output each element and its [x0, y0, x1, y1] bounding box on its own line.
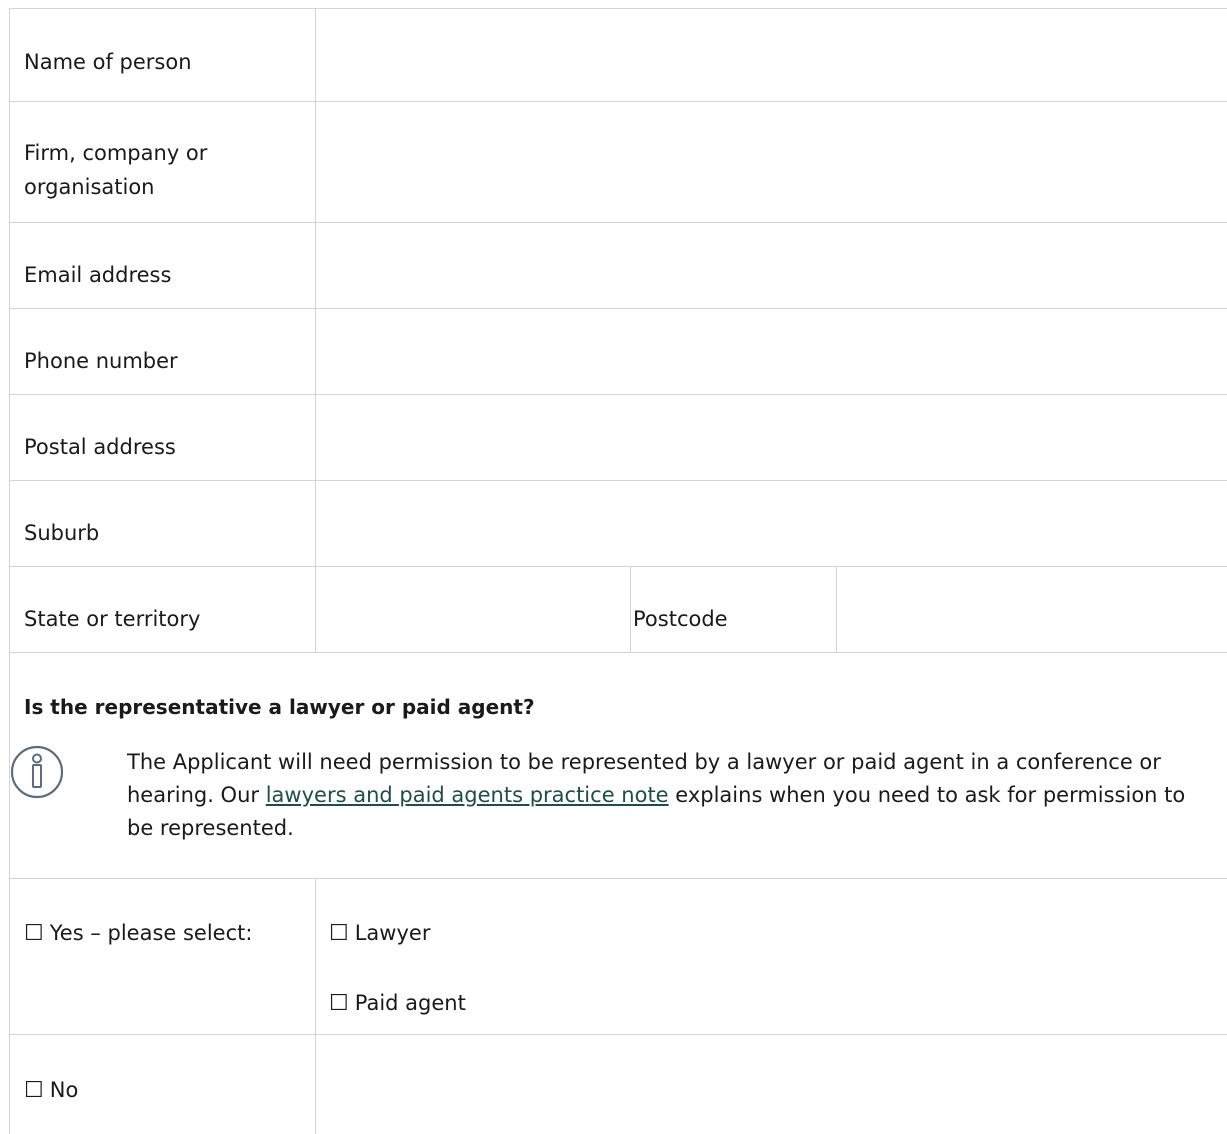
state-label: State or territory [24, 607, 201, 631]
permission-info-text: The Applicant will need permission to be… [127, 746, 1207, 845]
name-label: Name of person [24, 50, 192, 74]
checkbox-icon: ☐ [329, 921, 349, 946]
state-input[interactable] [316, 567, 630, 652]
firm-label-line1: Firm, company or [24, 141, 208, 165]
checkbox-icon: ☐ [24, 1078, 44, 1103]
suburb-input[interactable] [316, 481, 1227, 566]
row-divider [9, 878, 1227, 879]
checkbox-icon: ☐ [329, 991, 349, 1016]
column-divider [630, 566, 631, 652]
email-label: Email address [24, 263, 172, 287]
representative-question-heading: Is the representative a lawyer or paid a… [24, 695, 535, 719]
name-input[interactable] [316, 9, 1227, 101]
paid-agent-label: Paid agent [354, 991, 466, 1015]
postal-address-input[interactable] [316, 395, 1227, 480]
firm-input[interactable] [316, 102, 1227, 222]
table-border-left [9, 8, 10, 1134]
phone-input[interactable] [316, 309, 1227, 394]
lawyer-label: Lawyer [354, 921, 431, 945]
no-label: No [49, 1078, 79, 1102]
lawyer-checkbox[interactable]: ☐ Lawyer [329, 916, 430, 951]
no-checkbox[interactable]: ☐ No [24, 1073, 78, 1108]
firm-label-line2: organisation [24, 175, 155, 199]
postcode-input[interactable] [837, 567, 1227, 652]
suburb-label: Suburb [24, 521, 100, 545]
postal-label: Postal address [24, 435, 176, 459]
postcode-label: Postcode [633, 607, 728, 631]
phone-label: Phone number [24, 349, 178, 373]
column-divider [315, 878, 316, 1134]
representative-details-form: Name of person Firm, company or organisa… [9, 8, 1227, 1134]
info-icon [10, 745, 64, 799]
yes-label: Yes – please select: [49, 921, 253, 945]
checkbox-icon: ☐ [24, 921, 44, 946]
practice-note-link[interactable]: lawyers and paid agents practice note [266, 783, 669, 807]
row-divider [9, 652, 1227, 653]
paid-agent-checkbox[interactable]: ☐ Paid agent [329, 986, 466, 1021]
row-divider [9, 1034, 1227, 1035]
yes-checkbox[interactable]: ☐ Yes – please select: [24, 916, 252, 951]
email-input[interactable] [316, 223, 1227, 308]
